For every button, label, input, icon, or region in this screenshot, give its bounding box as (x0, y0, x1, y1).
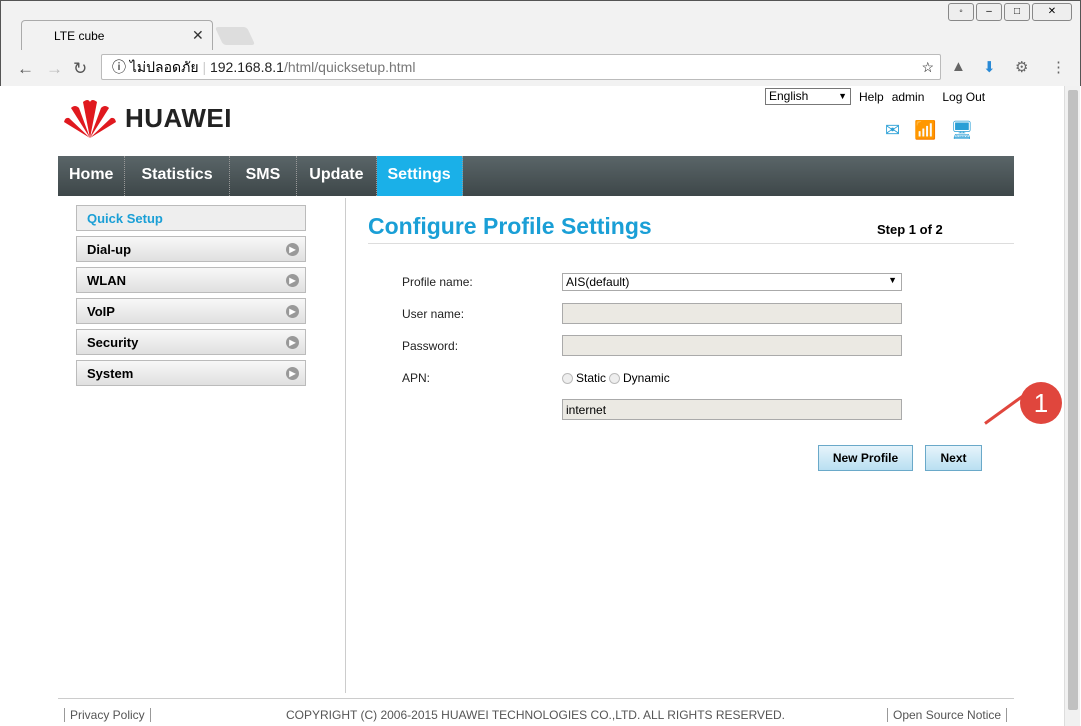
close-tab-icon[interactable]: ✕ (192, 27, 204, 44)
chevron-right-icon: ▶ (286, 274, 299, 287)
reload-icon[interactable]: ↻ (73, 59, 87, 79)
browser-tab[interactable]: LTE cube ✕ (21, 20, 213, 50)
extension-icon[interactable]: ⚙ (1015, 58, 1028, 76)
page: English Help admin Log Out HUAWEI ✉ 📶 🖥 … (1, 86, 1064, 726)
menu-home[interactable]: Home (58, 156, 126, 196)
new-profile-button[interactable]: New Profile (818, 445, 913, 471)
logout-link[interactable]: Log Out (942, 90, 985, 104)
apn-dynamic-label: Dynamic (623, 371, 670, 385)
sidebar-item-wlan[interactable]: WLAN ▶ (76, 267, 306, 293)
footer-divider (58, 698, 1014, 699)
password-input[interactable] (562, 335, 902, 356)
apn-label: APN: (402, 371, 431, 385)
user-name-input[interactable] (562, 303, 902, 324)
chevron-right-icon: ▶ (286, 305, 299, 318)
chevron-right-icon: ▶ (286, 336, 299, 349)
divider (368, 243, 1014, 244)
sidebar-item-label: Quick Setup (87, 211, 163, 226)
copyright: COPYRIGHT (C) 2006-2015 HUAWEI TECHNOLOG… (286, 708, 786, 722)
sidebar-item-label: VoIP (87, 304, 115, 319)
menu-settings[interactable]: Settings (376, 156, 463, 196)
sidebar-item-label: Dial-up (87, 242, 132, 257)
sidebar-item-label: Security (87, 335, 139, 350)
menu-statistics[interactable]: Statistics (125, 156, 230, 196)
close-window-button[interactable]: ✕ (1032, 3, 1072, 21)
privacy-policy-link[interactable]: Privacy Policy (64, 708, 151, 722)
chevron-right-icon: ▶ (286, 367, 299, 380)
user-name: admin (891, 89, 925, 104)
brand-name: HUAWEI (125, 102, 232, 133)
menu-icon[interactable]: ⋮ (1051, 58, 1066, 76)
sidebar: Quick Setup Dial-up ▶ WLAN ▶ VoIP ▶ Securit… (76, 205, 306, 391)
bookmark-star-icon[interactable]: ☆ (921, 55, 934, 79)
scrollbar-thumb[interactable] (1068, 90, 1078, 710)
apn-input[interactable]: internet (562, 399, 902, 420)
open-source-notice-link[interactable]: Open Source Notice (887, 708, 1008, 722)
address-bar[interactable]: ⓘ ไม่ปลอดภัย | 192.168.8.1/html/quickset… (101, 54, 941, 80)
signal-icon: 📶 (914, 120, 937, 140)
huawei-flower-icon (64, 100, 116, 138)
sidebar-item-label: WLAN (87, 273, 126, 288)
profile-name-label: Profile name: (402, 275, 473, 289)
page-title: Configure Profile Settings (368, 213, 652, 239)
connection-icon: 🖥 (950, 120, 974, 140)
sidebar-item-security[interactable]: Security ▶ (76, 329, 306, 355)
back-icon[interactable]: ← (17, 59, 34, 79)
apn-static-radio[interactable] (562, 372, 573, 384)
scrollbar[interactable] (1064, 86, 1080, 726)
security-label: ไม่ปลอดภัย (129, 59, 199, 75)
profile-button[interactable]: ◦ (948, 3, 974, 21)
apn-static-label: Static (576, 371, 607, 385)
chevron-right-icon: ▶ (286, 243, 299, 256)
huawei-logo: HUAWEI (63, 98, 232, 138)
help-link[interactable]: Help (859, 90, 884, 104)
new-tab-button[interactable] (214, 27, 256, 45)
sidebar-item-voip[interactable]: VoIP ▶ (76, 298, 306, 324)
menu-sms[interactable]: SMS (230, 156, 298, 196)
url-host: 192.168.8.1 (209, 59, 284, 75)
url-path: /html/quicksetup.html (283, 59, 416, 75)
forward-icon[interactable]: → (46, 59, 63, 79)
tab-title: LTE cube (54, 29, 105, 43)
language-select[interactable]: English (765, 88, 851, 105)
browser-chrome: LTE cube ✕ ◦ – □ ✕ ← → ↻ ⓘ ไม่ปลอดภัย | 192.… (0, 0, 1081, 87)
apn-dynamic-radio[interactable] (609, 372, 621, 384)
download-extension-icon[interactable]: ⬇ (983, 58, 996, 76)
profile-name-select[interactable]: AIS(default) (562, 273, 902, 291)
sidebar-item-label: System (87, 366, 134, 381)
minimize-button[interactable]: – (976, 3, 1002, 21)
sidebar-item-system[interactable]: System ▶ (76, 360, 306, 386)
annotation-badge: 1 (1020, 382, 1062, 424)
step-indicator: Step 1 of 2 (877, 222, 943, 237)
info-icon[interactable]: ⓘ (112, 59, 126, 75)
maximize-button[interactable]: □ (1004, 3, 1030, 21)
mail-icon[interactable]: ✉ (885, 120, 900, 141)
drive-extension-icon[interactable]: ▲ (951, 58, 966, 75)
sidebar-item-quick-setup[interactable]: Quick Setup (76, 205, 306, 231)
divider (345, 198, 346, 693)
main-menu: Home Statistics SMS Update Settings (58, 156, 1014, 196)
user-name-label: User name: (402, 307, 465, 321)
annotation-arrow (984, 394, 1025, 425)
password-label: Password: (402, 339, 459, 353)
menu-update[interactable]: Update (297, 156, 377, 196)
sidebar-item-dial-up[interactable]: Dial-up ▶ (76, 236, 306, 262)
next-button[interactable]: Next (925, 445, 982, 471)
